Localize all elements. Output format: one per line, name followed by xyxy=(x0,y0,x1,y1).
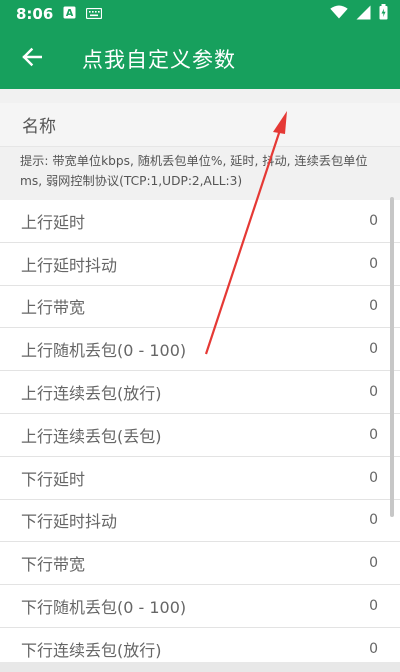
app-bar: 点我自定义参数 xyxy=(0,28,400,89)
scrollbar[interactable] xyxy=(390,197,394,517)
param-label: 上行延时 xyxy=(21,212,86,232)
param-value-input[interactable]: 0 xyxy=(369,555,378,571)
param-row[interactable]: 下行延时 0 xyxy=(0,457,400,500)
param-value-input[interactable]: 0 xyxy=(369,213,378,229)
param-label: 上行连续丢包(丢包) xyxy=(21,426,162,446)
param-value-input[interactable]: 0 xyxy=(369,384,378,400)
keyboard-icon xyxy=(86,5,103,23)
param-row[interactable]: 上行连续丢包(放行) 0 xyxy=(0,371,400,414)
hint-text: 提示: 带宽单位kbps, 随机丢包单位%, 延时, 抖动, 连续丢包单位ms,… xyxy=(0,147,400,197)
param-value-input[interactable]: 0 xyxy=(369,427,378,443)
a-box-icon: A xyxy=(63,5,76,23)
param-label: 下行带宽 xyxy=(21,555,86,575)
signal-icon xyxy=(356,5,371,24)
param-value-input[interactable]: 0 xyxy=(369,470,378,486)
name-placeholder: 名称 xyxy=(22,117,56,137)
page-title: 点我自定义参数 xyxy=(82,47,236,72)
param-list: 上行延时 0 上行延时抖动 0 上行带宽 0 上行随机丢包(0 - 100) 0 上行连续丢包(… xyxy=(0,200,400,672)
param-label: 下行延时抖动 xyxy=(21,512,118,532)
name-input[interactable]: 名称 xyxy=(0,103,400,147)
param-value-input[interactable]: 0 xyxy=(369,598,378,614)
param-label: 下行延时 xyxy=(21,469,86,489)
status-time: 8:06 xyxy=(16,5,54,23)
param-value-input[interactable]: 0 xyxy=(369,256,378,272)
param-label: 上行延时抖动 xyxy=(21,255,118,275)
param-row[interactable]: 上行带宽 0 xyxy=(0,286,400,329)
param-row[interactable]: 上行延时 0 xyxy=(0,200,400,243)
param-label: 上行连续丢包(放行) xyxy=(21,384,162,404)
arrow-back-icon xyxy=(22,47,43,71)
param-row[interactable]: 下行带宽 0 xyxy=(0,542,400,586)
svg-text:A: A xyxy=(66,8,74,19)
param-label: 下行连续丢包(放行) xyxy=(21,640,162,660)
param-row[interactable]: 上行连续丢包(丢包) 0 xyxy=(0,414,400,457)
param-row[interactable]: 上行延时抖动 0 xyxy=(0,243,400,286)
wifi-icon xyxy=(330,5,348,23)
param-value-input[interactable]: 0 xyxy=(369,341,378,357)
back-button[interactable] xyxy=(4,31,60,87)
param-row[interactable]: 下行延时抖动 0 xyxy=(0,500,400,543)
param-value-input[interactable]: 0 xyxy=(369,512,378,528)
status-bar: 8:06 A xyxy=(0,0,400,28)
param-row[interactable]: 下行随机丢包(0 - 100) 0 xyxy=(0,585,400,628)
bottom-shade xyxy=(0,662,400,672)
param-label: 上行随机丢包(0 - 100) xyxy=(21,341,187,361)
param-row[interactable]: 上行随机丢包(0 - 100) 0 xyxy=(0,328,400,372)
param-value-input[interactable]: 0 xyxy=(369,641,378,657)
param-label: 下行随机丢包(0 - 100) xyxy=(21,598,187,618)
content-area: 名称 提示: 带宽单位kbps, 随机丢包单位%, 延时, 抖动, 连续丢包单位… xyxy=(0,89,400,672)
param-value-input[interactable]: 0 xyxy=(369,298,378,314)
battery-icon xyxy=(379,4,388,24)
param-label: 上行带宽 xyxy=(21,298,86,318)
